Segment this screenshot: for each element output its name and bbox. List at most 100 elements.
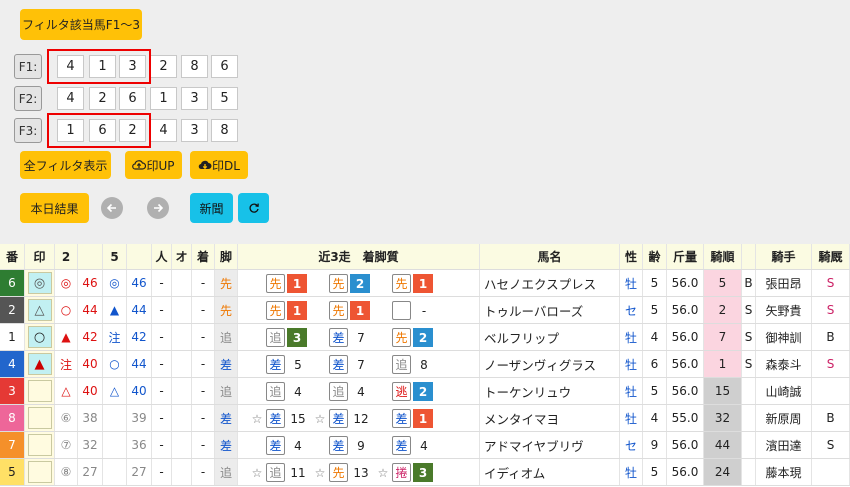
filter-cell[interactable]: 8	[181, 55, 208, 78]
mark-cell[interactable]: △	[25, 297, 55, 323]
run-finish: 3	[287, 328, 307, 347]
today-result-button[interactable]: 本日結果	[20, 193, 89, 223]
mark-select[interactable]	[27, 434, 52, 456]
jockey-class: S	[742, 324, 756, 350]
running-style: 追	[215, 459, 238, 485]
mark-select[interactable]	[27, 380, 52, 402]
horse-sex: 牡	[620, 459, 643, 485]
filter-cell[interactable]: 3	[181, 87, 208, 110]
run-finish: 3	[413, 463, 433, 482]
jockey-class	[742, 432, 756, 458]
filter-cell[interactable]: 8	[211, 119, 238, 142]
stable-code: S	[812, 297, 850, 323]
run-finish: 4	[294, 438, 302, 453]
horse-number: 1	[0, 324, 25, 350]
recent-runs: 追3差7先2	[238, 324, 480, 350]
stable-code: B	[812, 405, 850, 431]
mark-cell[interactable]: ▲	[25, 351, 55, 377]
recent-run-2: ☆ 先 13	[313, 462, 372, 483]
mark-cell[interactable]	[25, 432, 55, 458]
filter-cell[interactable]: 5	[211, 87, 238, 110]
run-style-badge: 捲	[392, 463, 411, 482]
horse-age: 9	[643, 432, 667, 458]
table-row: 6 ◎ ◎ 46 ◎ 46- - 先先 1 先 2 先 1 ハセノエクスプレス牡 5 56.0 5 B 張田昂 S	[0, 270, 850, 297]
run-finish: 7	[357, 357, 365, 372]
mark-cell[interactable]	[25, 459, 55, 485]
recent-run-3: 逃2	[376, 381, 433, 402]
run-style-badge	[392, 301, 411, 320]
table-row: 3 △ 40 △ 40- - 追追 4 追 4 逃 2 トーケンリュウ牡 5 56.0 15 山崎誠	[0, 378, 850, 405]
run-finish: 1	[287, 301, 307, 320]
mark-5: ▲	[103, 297, 127, 323]
refresh-button[interactable]	[238, 193, 269, 223]
run-style-badge: 差	[329, 436, 348, 455]
run-finish: 1	[413, 274, 433, 293]
filter-cell[interactable]: 2	[89, 87, 116, 110]
stable-code: S	[812, 351, 850, 377]
mark-cell[interactable]: ○	[25, 324, 55, 350]
run-finish: 2	[413, 328, 433, 347]
popularity: -	[152, 405, 172, 431]
finish: -	[192, 351, 215, 377]
filter-hit-button[interactable]: フィルタ該当馬F1〜3	[20, 9, 142, 40]
jockey-rank: 15	[704, 378, 742, 404]
filter-cell[interactable]: 4	[150, 119, 177, 142]
horse-age: 5	[643, 270, 667, 296]
filter-label-1: F1:	[14, 54, 42, 79]
prev-button[interactable]	[101, 197, 123, 219]
upload-button[interactable]: 印UP	[125, 151, 182, 179]
mark-select[interactable]: △	[27, 299, 52, 321]
filter-cell[interactable]: 6	[211, 55, 238, 78]
header-rank: 騎順	[704, 244, 742, 269]
horse-name: アドマイヤブリヴ	[480, 432, 620, 458]
filter-cell[interactable]: 4	[57, 87, 84, 110]
filter-cell[interactable]: 1	[150, 87, 177, 110]
horse-sex: 牡	[620, 378, 643, 404]
jockey-class	[742, 405, 756, 431]
score-2: 46	[78, 270, 103, 296]
horse-sex: セ	[620, 432, 643, 458]
jockey-rank: 44	[704, 432, 742, 458]
mark-cell[interactable]	[25, 378, 55, 404]
mark-cell[interactable]: ◎	[25, 270, 55, 296]
mark-cell[interactable]	[25, 405, 55, 431]
header-weight: 斤量	[667, 244, 704, 269]
star-icon: ☆	[251, 465, 263, 480]
recent-run-2: 先2	[313, 273, 370, 294]
horse-number: 2	[0, 297, 25, 323]
horse-name: メンタイマヨ	[480, 405, 620, 431]
table-row: 8 ⑥ 38 39- - 差 ☆ 差 15 ☆ 差 12 差 1 メンタイマヨ牡 4 55.0 32 新原周 B	[0, 405, 850, 432]
header-age: 齢	[643, 244, 667, 269]
mark-select[interactable]	[27, 461, 52, 483]
popularity: -	[152, 378, 172, 404]
header-blank-1	[78, 244, 103, 269]
mark-2: 注	[55, 351, 78, 377]
mark-select[interactable]: ◎	[27, 272, 52, 294]
filter-cell[interactable]: 6	[119, 87, 146, 110]
stable-code	[812, 378, 850, 404]
carried-weight: 56.0	[667, 297, 704, 323]
mark-5: △	[103, 378, 127, 404]
all-filter-button[interactable]: 全フィルタ表示	[20, 151, 111, 179]
jockey-name: 濱田達	[756, 432, 812, 458]
header-mark: 印	[25, 244, 55, 269]
mark-select[interactable]: ▲	[27, 353, 52, 375]
stable-code: B	[812, 324, 850, 350]
score-5: 36	[127, 432, 152, 458]
star-icon: ☆	[251, 411, 263, 426]
mark-2: ⑥	[55, 405, 78, 431]
filter-cell[interactable]: 3	[181, 119, 208, 142]
score-5: 42	[127, 324, 152, 350]
race-table: 番 印 2 5 人 オ 着 脚 近3走 着脚質 馬名 性 齢 斤量 騎順 騎手 …	[0, 244, 850, 487]
mark-select[interactable]: ○	[27, 326, 52, 348]
recent-run-2: 先1	[313, 300, 370, 321]
new-paper-button[interactable]: 新聞	[190, 193, 233, 223]
run-style-badge: 追	[329, 382, 348, 401]
download-button[interactable]: 印DL	[190, 151, 248, 179]
mark-select[interactable]	[27, 407, 52, 429]
score-5: 27	[127, 459, 152, 485]
filter-cell[interactable]: 2	[150, 55, 177, 78]
running-style: 追	[215, 378, 238, 404]
next-button[interactable]	[147, 197, 169, 219]
recent-run-3: 先2	[376, 327, 433, 348]
